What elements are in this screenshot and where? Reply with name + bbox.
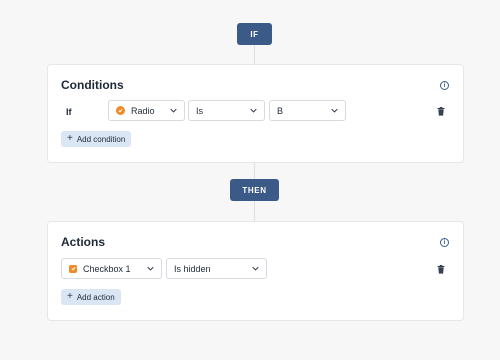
- conditions-card: Conditions i If Radio Is B + Add conditi…: [47, 64, 464, 163]
- actions-card: Actions i Checkbox 1 Is hidden + Add act…: [47, 221, 464, 321]
- actions-title: Actions: [61, 235, 106, 249]
- connector-line-lower: [254, 201, 255, 221]
- chevron-down-icon: [169, 107, 177, 115]
- connector-line-middle: [254, 161, 255, 179]
- condition-row-label: If: [66, 107, 72, 117]
- condition-field-value: Radio: [131, 105, 155, 116]
- chevron-down-icon: [249, 107, 257, 115]
- action-type-select[interactable]: Is hidden: [166, 258, 267, 279]
- condition-operator-value: Is: [196, 105, 204, 116]
- action-field-select[interactable]: Checkbox 1: [61, 258, 162, 279]
- condition-field-select[interactable]: Radio: [108, 100, 185, 121]
- action-field-value: Checkbox 1: [83, 263, 131, 274]
- add-action-label: Add action: [76, 292, 115, 302]
- then-badge: THEN: [230, 179, 279, 201]
- conditions-title: Conditions: [61, 78, 124, 92]
- trash-icon[interactable]: [437, 107, 445, 116]
- connector-line-top: [254, 45, 255, 64]
- plus-icon: +: [67, 133, 73, 144]
- add-action-button[interactable]: + Add action: [61, 289, 121, 305]
- action-type-value: Is hidden: [174, 263, 211, 274]
- if-badge: IF: [237, 23, 272, 45]
- checkbox-icon: [69, 264, 77, 273]
- add-condition-button[interactable]: + Add condition: [61, 131, 132, 147]
- add-condition-label: Add condition: [76, 134, 126, 144]
- trash-icon[interactable]: [437, 265, 445, 274]
- info-icon[interactable]: i: [440, 81, 449, 90]
- condition-value-value: B: [277, 105, 284, 116]
- condition-operator-select[interactable]: Is: [188, 100, 265, 121]
- chevron-down-icon: [146, 265, 154, 273]
- chevron-down-icon: [330, 107, 338, 115]
- chevron-down-icon: [251, 265, 259, 273]
- plus-icon: +: [67, 291, 73, 302]
- condition-value-select[interactable]: B: [269, 100, 346, 121]
- info-icon[interactable]: i: [440, 238, 449, 247]
- radio-icon: [116, 106, 125, 115]
